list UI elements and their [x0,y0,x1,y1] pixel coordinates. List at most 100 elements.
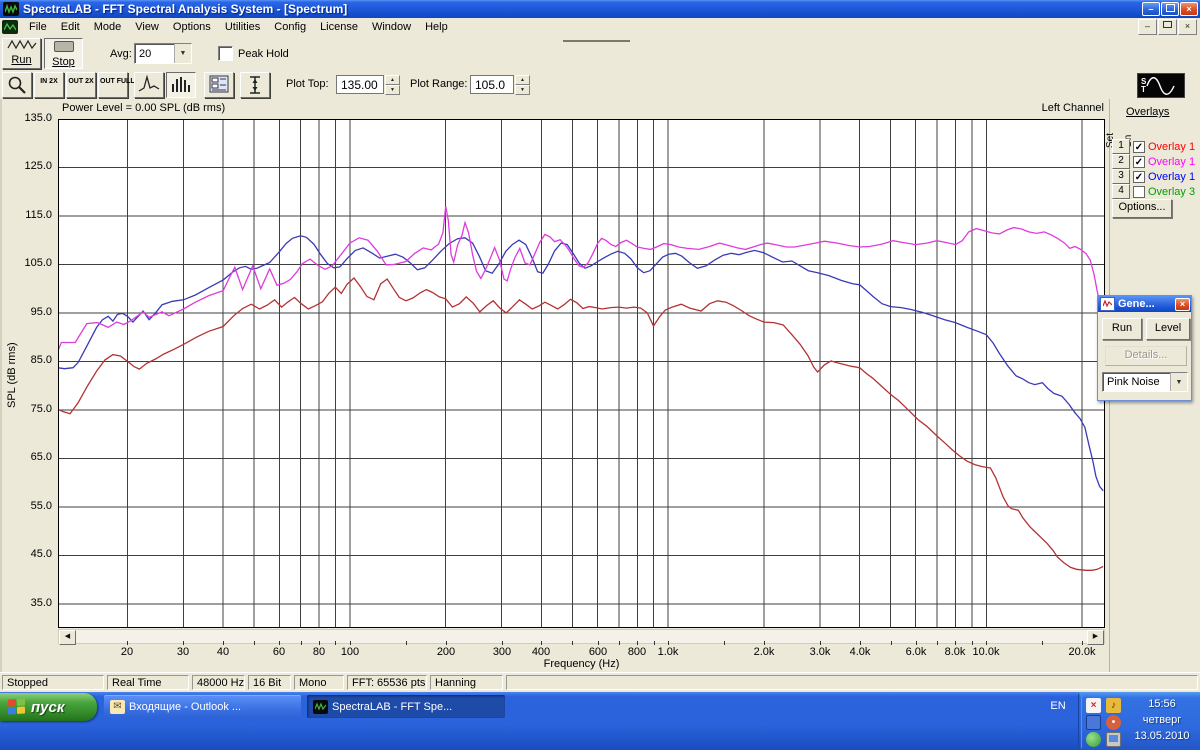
desktop: SpectraLAB - FFT Spectral Analysis Syste… [0,0,1200,750]
overlay-set-button-3[interactable]: 3 [1112,169,1130,184]
avg-combo[interactable]: 20 ▼ [134,43,192,64]
status-sample-rate: 48000 Hz [192,675,245,690]
close-button[interactable]: × [1180,2,1198,16]
peak-hold-checkbox[interactable] [218,46,233,61]
overlay-label-1: Overlay 1 [1148,141,1195,153]
chevron-down-icon[interactable]: ▼ [174,44,191,63]
taskbar-item-outlook[interactable]: ✉ Входящие - Outlook ... [104,695,301,718]
bars-icon [170,75,192,93]
generator-details-button[interactable]: Details... [1105,346,1187,366]
clock-date: 13.05.2010 [1126,728,1198,744]
noise-type-combo[interactable]: Pink Noise ▼ [1102,372,1188,392]
key-out-2x-icon: OUT 2X [68,78,94,86]
overlay-on-checkbox-3[interactable]: ✓ [1133,171,1145,183]
menu-window[interactable]: Window [365,19,418,35]
generator-level-button[interactable]: Level [1146,318,1190,340]
mdi-minimize-button[interactable]: – [1138,19,1157,35]
window-edge-artifact [563,37,630,42]
mdi-close-button[interactable]: × [1178,19,1197,35]
tray-network-icon[interactable] [1086,715,1101,730]
menu-utilities[interactable]: Utilities [218,19,267,35]
overlay-set-button-1[interactable]: 1 [1112,139,1130,154]
generator-run-button[interactable]: Run [1102,318,1142,340]
generator-close-icon[interactable]: × [1175,298,1190,311]
status-window-function: Hanning [430,675,503,690]
plot-top-field[interactable]: 135.00 [336,75,384,94]
overlay-set-button-4[interactable]: 4 [1112,184,1130,199]
menu-license[interactable]: License [313,19,365,35]
menu-edit[interactable]: Edit [54,19,87,35]
outlook-icon: ✉ [110,700,125,714]
zoom-in-2x-button[interactable]: IN 2X [34,72,64,98]
language-indicator[interactable]: EN [1044,697,1072,715]
tray-volume-icon[interactable]: ♪ [1106,698,1121,713]
y-axis-tick-labels: 135.0125.0115.0105.095.085.075.065.055.0… [14,119,54,628]
overlay-set-button-2[interactable]: 2 [1112,154,1130,169]
overlay-options-button[interactable]: Options... [1112,199,1172,218]
display-options-button[interactable] [204,72,234,98]
menu-view[interactable]: View [128,19,166,35]
channel-label: Left Channel [940,102,1104,114]
document-icon[interactable] [2,20,18,34]
chevron-down-icon[interactable]: ▼ [1170,373,1187,391]
plot-range-field[interactable]: 105.0 [470,75,514,94]
tray-display-icon[interactable] [1106,732,1121,747]
overlay-on-checkbox-2[interactable]: ✓ [1133,156,1145,168]
maximize-button[interactable] [1161,2,1179,16]
app-icon [3,2,19,16]
generator-window-title: Gene... [1118,298,1175,310]
menu-bar: File Edit Mode View Options Utilities Co… [0,18,1200,37]
taskbar: пуск ✉ Входящие - Outlook ... SpectraLAB… [0,692,1200,750]
bar-display-button[interactable] [166,72,196,98]
status-mode: Real Time [107,675,189,690]
status-bar: Stopped Real Time 48000 Hz 16 Bit Mono F… [0,672,1200,692]
total-power-button[interactable] [240,72,270,98]
plot-range-label: Plot Range: [410,78,467,90]
zoom-out-2x-button[interactable]: OUT 2X [66,72,96,98]
y-tick-label: 75.0 [14,403,52,415]
x-tick-label: 100 [328,646,372,658]
zoom-button[interactable] [2,72,32,98]
key-in-2x-icon: IN 2X [36,78,62,86]
x-axis-title: Frequency (Hz) [58,658,1105,670]
zoom-out-full-button[interactable]: OUT FULL [98,72,128,98]
window-title: SpectraLAB - FFT Spectral Analysis Syste… [23,2,347,16]
menu-config[interactable]: Config [267,19,313,35]
x-tick-label: 200 [424,646,468,658]
stop-button[interactable]: Stop [44,38,83,69]
start-button[interactable]: пуск [0,693,97,721]
overlay-on-checkbox-1[interactable]: ✓ [1133,141,1145,153]
menu-help[interactable]: Help [418,19,455,35]
windows-logo-icon [8,698,26,715]
menu-mode[interactable]: Mode [87,19,129,35]
status-bit-depth: 16 Bit [248,675,291,690]
tray-antivirus-icon[interactable] [1086,732,1101,747]
spectrum-plot[interactable] [58,119,1105,628]
run-button[interactable]: Run [2,38,41,69]
menu-file[interactable]: File [22,19,54,35]
generator-window: Gene... × Run Level Details... Pink Nois… [1097,295,1192,401]
tray-update-icon[interactable]: • [1106,715,1121,730]
status-fft-size: FFT: 65536 pts [347,675,427,690]
menu-options[interactable]: Options [166,19,218,35]
status-run-state: Stopped [2,675,104,690]
x-tick-label: 1.0k [646,646,690,658]
clock-time: 15:56 [1126,696,1198,712]
taskbar-item-spectralab[interactable]: SpectraLAB - FFT Spe... [307,695,505,718]
mdi-restore-button[interactable] [1158,19,1177,35]
plot-range-spinner[interactable]: ▲▼ [515,75,530,94]
overlay-row: 3 ✓ Overlay 1 [1112,169,1195,184]
generator-title-bar[interactable]: Gene... × [1098,296,1191,312]
peak-curve-button[interactable] [134,72,164,98]
signal-generator-icon[interactable]: ST [1137,73,1185,98]
magnifier-icon [7,75,27,95]
y-tick-label: 105.0 [14,257,52,269]
overlay-on-checkbox-4[interactable] [1133,186,1145,198]
overlays-title: Overlays [1126,106,1169,118]
plot-top-spinner[interactable]: ▲▼ [385,75,400,94]
generator-window-icon [1100,297,1115,311]
tray-error-icon[interactable]: × [1086,698,1101,713]
y-tick-label: 135.0 [14,112,52,124]
x-tick-label: 4.0k [838,646,882,658]
minimize-button[interactable]: – [1142,2,1160,16]
